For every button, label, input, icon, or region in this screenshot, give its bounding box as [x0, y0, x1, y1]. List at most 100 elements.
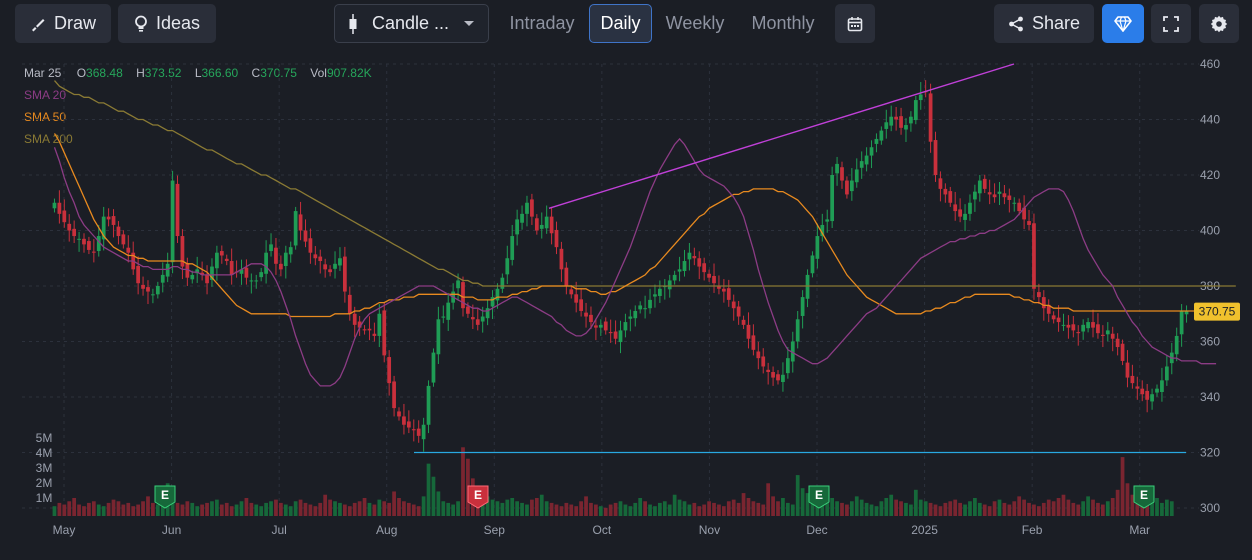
tab-weekly[interactable]: Weekly [656, 4, 734, 43]
volume-bar [687, 504, 692, 516]
volume-bar [849, 501, 854, 516]
candle [608, 319, 613, 343]
candle-body [682, 261, 687, 272]
calendar-button[interactable] [835, 4, 875, 43]
candle-body [712, 276, 716, 284]
candle-body [584, 312, 588, 317]
volume-bar [1002, 502, 1007, 516]
trendline [548, 63, 1015, 209]
candle-body [968, 202, 972, 214]
price-chart[interactable]: 460440420400380360340320300May Jun Jul Aug S… [14, 52, 1252, 552]
premium-button[interactable] [1102, 4, 1144, 43]
candle-body [72, 228, 77, 237]
candle-body [165, 263, 170, 277]
fullscreen-icon [1163, 15, 1179, 32]
candle [840, 161, 844, 189]
tab-monthly[interactable]: Monthly [740, 4, 826, 43]
month-tick-label: May [53, 523, 76, 537]
volume-bar [702, 504, 707, 516]
candle-body [151, 294, 155, 296]
candle-body [958, 209, 962, 217]
candle [918, 82, 923, 110]
tab-daily[interactable]: Daily [589, 4, 652, 43]
volume-bar [1105, 501, 1110, 516]
fullscreen-button[interactable] [1151, 4, 1191, 43]
candle-body [997, 191, 1002, 194]
candle-body [402, 416, 406, 425]
candle [436, 306, 441, 364]
volume-bar [495, 501, 500, 516]
candle-body [623, 322, 628, 331]
candle-body [987, 192, 992, 195]
volume-bar [1100, 504, 1105, 516]
candle [909, 111, 913, 132]
candle-body [643, 308, 647, 310]
candle [805, 269, 810, 308]
candle-body [628, 316, 633, 319]
volume-bar [1120, 457, 1125, 516]
candle-body [1130, 375, 1135, 384]
candle-body [731, 301, 736, 309]
volume-bar [1096, 502, 1100, 516]
candle [899, 107, 903, 135]
candle [884, 109, 889, 139]
candle [1007, 188, 1012, 213]
candle [677, 256, 682, 282]
candle [91, 239, 96, 263]
volume-bar [1041, 502, 1046, 516]
candle-body [574, 294, 579, 303]
volume-bar [973, 498, 977, 516]
candle-body [1096, 324, 1100, 334]
volume-bar [82, 506, 86, 516]
candle-body [372, 333, 377, 336]
candle-body [771, 372, 775, 378]
candle [958, 198, 962, 223]
month-tick-label: Nov [699, 523, 720, 537]
volume-bar [441, 501, 446, 516]
draw-button[interactable]: Draw [15, 4, 111, 43]
volume-bar [1061, 494, 1066, 516]
candle-body [879, 130, 884, 141]
candle [1066, 315, 1071, 339]
settings-button[interactable] [1199, 4, 1239, 43]
candle [913, 95, 918, 125]
share-button[interactable]: Share [994, 4, 1094, 43]
price-tick-label: 300 [1200, 501, 1220, 515]
candle [928, 83, 933, 153]
volume-bar [653, 506, 657, 516]
volume-bar [913, 489, 918, 516]
candle [126, 235, 131, 263]
volume-bar [146, 496, 150, 516]
candle [987, 179, 992, 205]
volume-bar [269, 501, 273, 516]
candle-body [849, 180, 854, 192]
candle-body [160, 274, 165, 283]
candle-body [613, 331, 618, 339]
volume-bar [751, 501, 756, 516]
chart-type-select[interactable]: Candle ... [334, 4, 489, 43]
candle-body [913, 100, 918, 121]
candle-body [534, 218, 539, 231]
candle [303, 219, 308, 248]
candle [559, 241, 564, 282]
candlestick-icon [348, 13, 358, 34]
candle-body [874, 138, 879, 144]
candle [948, 186, 953, 207]
candle-body [87, 241, 91, 250]
volume-tick-label: 4M [36, 446, 53, 460]
candle [1174, 327, 1179, 362]
candle [894, 107, 899, 131]
candle [224, 254, 229, 266]
candle-body [436, 319, 441, 355]
candle [938, 171, 943, 202]
volume-bar [96, 504, 101, 516]
candle [731, 294, 736, 321]
candle-body [1100, 334, 1105, 336]
ideas-button[interactable]: Ideas [118, 4, 216, 43]
tab-intraday[interactable]: Intraday [498, 4, 586, 43]
volume-bar [303, 502, 308, 516]
share-label: Share [1031, 13, 1081, 33]
candle [849, 168, 854, 201]
candle-body [1105, 330, 1110, 335]
candle-body [224, 258, 229, 262]
